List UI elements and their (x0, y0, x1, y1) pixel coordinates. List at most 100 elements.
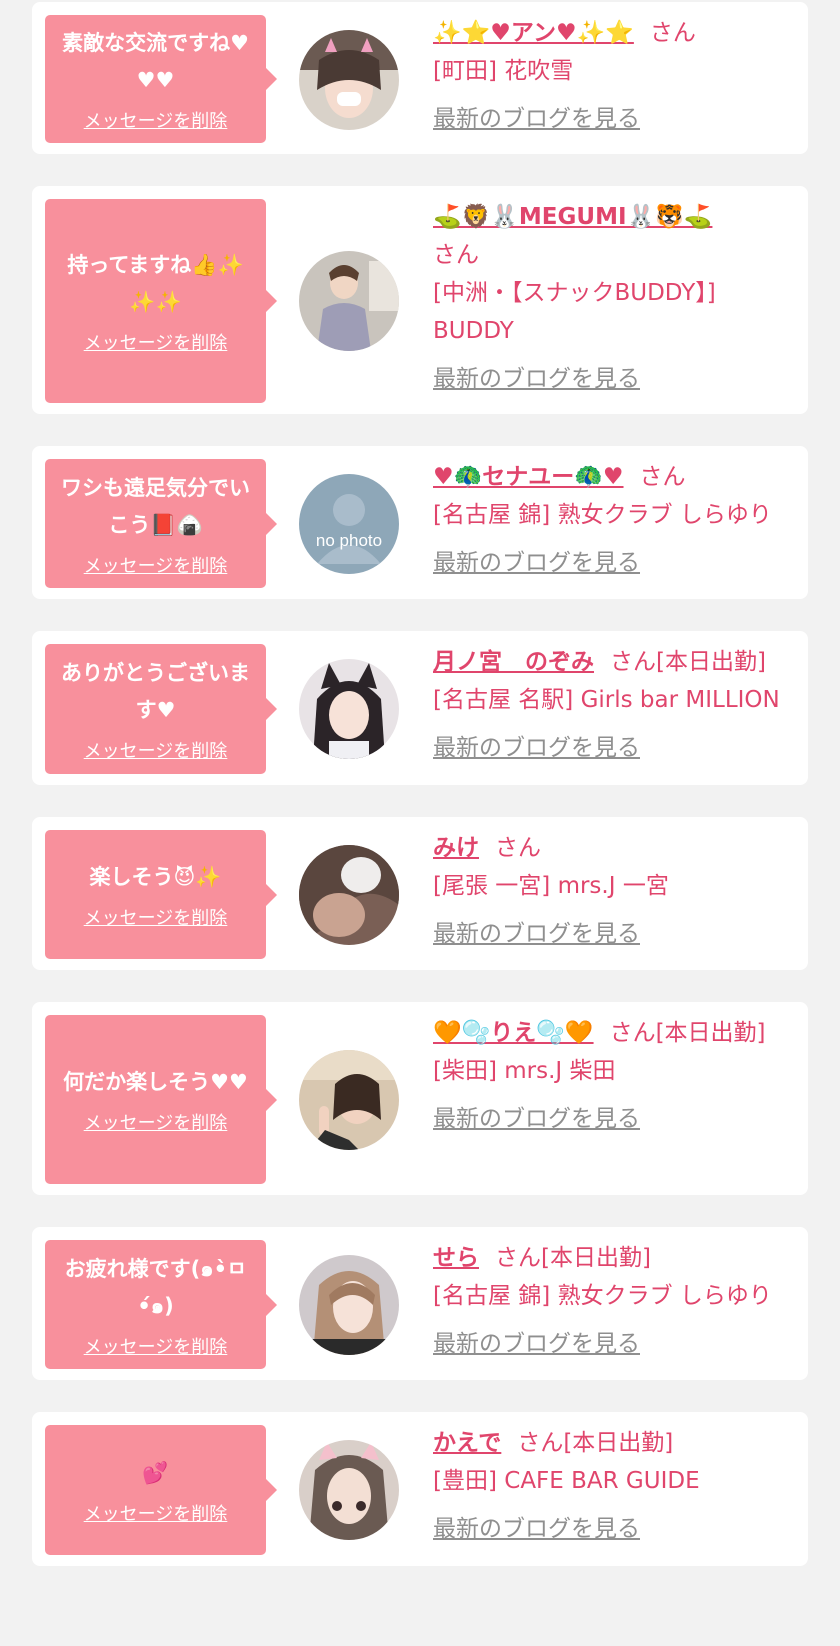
avatar[interactable] (299, 251, 399, 351)
san-label: さん (639, 464, 686, 490)
latest-blog-link[interactable]: 最新のブログを見る (433, 915, 798, 953)
delete-message-button[interactable]: メッセージを削除 (84, 1333, 228, 1359)
girl-name-link[interactable]: かえで (433, 1430, 501, 1456)
no-photo-placeholder-icon: no photo (299, 474, 399, 574)
message-card: 楽しそう😈✨ メッセージを削除 みけ さん [尾張 一宮] mrs.J 一宮 最新… (32, 817, 808, 970)
avatar[interactable] (299, 1050, 399, 1150)
shop-name: [尾張 一宮] mrs.J 一宮 (433, 873, 669, 899)
message-card: 持ってますね👍✨✨✨ メッセージを削除 ⛳🦁🐰MEGUMI🐰🐯⛳ さん [中洲・【… (32, 186, 808, 414)
delete-message-button[interactable]: メッセージを削除 (84, 1500, 228, 1526)
avatar[interactable]: no photo (299, 474, 399, 574)
latest-blog-link[interactable]: 最新のブログを見る (433, 544, 798, 582)
name-line: ♥🦚セナユー🦚♥ さん (433, 458, 798, 496)
avatar[interactable] (299, 659, 399, 759)
message-text: 💕 (142, 1460, 169, 1485)
girl-name-link[interactable]: みけ (433, 835, 479, 861)
shop-name: [名古屋 錦] 熟女クラブ しらゆり (433, 502, 772, 528)
message-bubble: 持ってますね👍✨✨✨ メッセージを削除 (45, 199, 277, 403)
message-card: 💕 メッセージを削除 かえで さん[本日出勤] [豊田] CAFE BAR GUI… (32, 1412, 808, 1566)
san-label: さん (517, 1430, 564, 1456)
message-card: 素敵な交流ですね♥♥♥ メッセージを削除 ✨⭐♥アン♥✨⭐ さん [町田] 花吹雪… (32, 2, 808, 154)
message-card: 何だか楽しそう♥♥ メッセージを削除 🧡🫧りえ🫧🧡 さん[本日出勤] [柴田] m… (32, 1002, 808, 1195)
name-line: みけ さん (433, 829, 798, 867)
message-bubble: ありがとうございます♥ メッセージを削除 (45, 644, 277, 774)
profile-photo-selfie-icon (299, 1255, 399, 1355)
message-text: ワシも遠足気分でいこう📕🍙 (61, 475, 250, 537)
girl-name-link[interactable]: ⛳🦁🐰MEGUMI🐰🐯⛳ (433, 204, 712, 230)
message-card: ワシも遠足気分でいこう📕🍙 メッセージを削除 no photo ♥🦚セナユー🦚♥… (32, 446, 808, 599)
san-label: さん (649, 20, 696, 46)
attendance-label: [本日出勤] (563, 1430, 674, 1456)
message-text: お疲れ様です(๑•̀ㅁ•́๑) (64, 1256, 247, 1318)
card-info: ✨⭐♥アン♥✨⭐ さん [町田] 花吹雪 最新のブログを見る (433, 14, 798, 138)
shop-name: [柴田] mrs.J 柴田 (433, 1058, 616, 1084)
message-text: ありがとうございます♥ (61, 661, 250, 722)
name-line: かえで さん[本日出勤] (433, 1424, 798, 1462)
delete-message-button[interactable]: メッセージを削除 (84, 904, 228, 930)
shop-name: [町田] 花吹雪 (433, 58, 574, 84)
message-text: 素敵な交流ですね♥♥♥ (62, 31, 249, 92)
card-info: ♥🦚セナユー🦚♥ さん [名古屋 錦] 熟女クラブ しらゆり 最新のブログを見る (433, 458, 798, 582)
name-line: ⛳🦁🐰MEGUMI🐰🐯⛳ さん (433, 198, 798, 274)
card-info: 🧡🫧りえ🫧🧡 さん[本日出勤] [柴田] mrs.J 柴田 最新のブログを見る (433, 1014, 798, 1138)
delete-message-button[interactable]: メッセージを削除 (84, 552, 228, 578)
profile-photo-blurred-icon (299, 845, 399, 945)
delete-message-button[interactable]: メッセージを削除 (84, 329, 228, 355)
name-line: ✨⭐♥アン♥✨⭐ さん (433, 14, 798, 52)
latest-blog-link[interactable]: 最新のブログを見る (433, 729, 798, 767)
attendance-label: [本日出勤] (656, 649, 766, 675)
profile-photo-kimono-icon (299, 251, 399, 351)
girl-name-link[interactable]: ✨⭐♥アン♥✨⭐ (433, 20, 634, 46)
san-label: さん (609, 1020, 656, 1046)
avatar[interactable] (299, 30, 399, 130)
san-label: さん (433, 242, 479, 268)
attendance-label: [本日出勤] (541, 1245, 651, 1271)
message-bubble: 楽しそう😈✨ メッセージを削除 (45, 830, 277, 959)
latest-blog-link[interactable]: 最新のブログを見る (433, 1510, 798, 1548)
message-bubble: ワシも遠足気分でいこう📕🍙 メッセージを削除 (45, 459, 277, 588)
message-bubble: 💕 メッセージを削除 (45, 1425, 277, 1555)
message-text: 楽しそう😈✨ (89, 865, 222, 889)
message-card: ありがとうございます♥ メッセージを削除 月ノ宮 のぞみ さん[本日出勤] [名古… (32, 631, 808, 785)
message-list: 素敵な交流ですね♥♥♥ メッセージを削除 ✨⭐♥アン♥✨⭐ さん [町田] 花吹雪… (0, 0, 840, 1646)
shop-name: [豊田] CAFE BAR GUIDE (433, 1468, 700, 1494)
san-label: さん (495, 835, 541, 861)
message-bubble: 何だか楽しそう♥♥ メッセージを削除 (45, 1015, 277, 1184)
delete-message-button[interactable]: メッセージを削除 (84, 1109, 228, 1135)
message-bubble: お疲れ様です(๑•̀ㅁ•́๑) メッセージを削除 (45, 1240, 277, 1369)
message-bubble: 素敵な交流ですね♥♥♥ メッセージを削除 (45, 15, 277, 143)
name-line: 月ノ宮 のぞみ さん[本日出勤] (433, 643, 798, 681)
latest-blog-link[interactable]: 最新のブログを見る (433, 1100, 798, 1138)
girl-name-link[interactable]: ♥🦚セナユー🦚♥ (433, 464, 624, 490)
profile-photo-paw-filter-icon (299, 1440, 399, 1540)
attendance-label: [本日出勤] (655, 1020, 766, 1046)
san-label: さん (610, 649, 656, 675)
message-text: 持ってますね👍✨✨✨ (67, 253, 244, 314)
delete-message-button[interactable]: メッセージを削除 (84, 107, 228, 133)
avatar[interactable] (299, 1255, 399, 1355)
girl-name-link[interactable]: せら (433, 1245, 479, 1271)
card-info: みけ さん [尾張 一宮] mrs.J 一宮 最新のブログを見る (433, 829, 798, 953)
profile-photo-cat-filter-icon (299, 30, 399, 130)
latest-blog-link[interactable]: 最新のブログを見る (433, 100, 798, 138)
name-line: 🧡🫧りえ🫧🧡 さん[本日出勤] (433, 1014, 798, 1052)
card-info: かえで さん[本日出勤] [豊田] CAFE BAR GUIDE 最新のブログを見… (433, 1424, 798, 1548)
avatar[interactable] (299, 845, 399, 945)
card-info: 月ノ宮 のぞみ さん[本日出勤] [名古屋 名駅] Girls bar MILLI… (433, 643, 798, 767)
san-label: さん (495, 1245, 541, 1271)
girl-name-link[interactable]: 月ノ宮 のぞみ (433, 649, 594, 675)
svg-text:no photo: no photo (316, 531, 382, 550)
name-line: せら さん[本日出勤] (433, 1239, 798, 1277)
profile-photo-cat-ears-icon (299, 659, 399, 759)
avatar[interactable] (299, 1440, 399, 1540)
card-info: せら さん[本日出勤] [名古屋 錦] 熟女クラブ しらゆり 最新のブログを見る (433, 1239, 798, 1363)
latest-blog-link[interactable]: 最新のブログを見る (433, 360, 798, 398)
girl-name-link[interactable]: 🧡🫧りえ🫧🧡 (433, 1020, 594, 1046)
latest-blog-link[interactable]: 最新のブログを見る (433, 1325, 798, 1363)
message-text: 何だか楽しそう♥♥ (63, 1070, 248, 1094)
delete-message-button[interactable]: メッセージを削除 (84, 737, 228, 763)
card-info: ⛳🦁🐰MEGUMI🐰🐯⛳ さん [中洲・【スナックBUDDY】] BUDDY 最新… (433, 198, 798, 398)
message-card: お疲れ様です(๑•̀ㅁ•́๑) メッセージを削除 せら さん[本日出勤] [名古屋… (32, 1227, 808, 1380)
shop-name: [中洲・【スナックBUDDY】] BUDDY (433, 280, 716, 344)
shop-name: [名古屋 名駅] Girls bar MILLION (433, 687, 780, 713)
